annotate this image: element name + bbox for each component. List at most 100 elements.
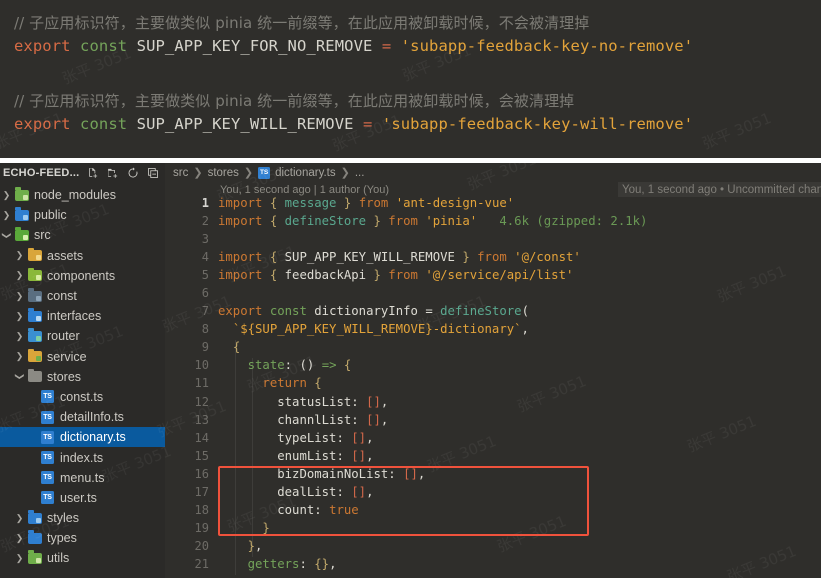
tree-item-const[interactable]: ❯ const — [0, 286, 165, 306]
chevron-right-icon: ❯ — [15, 310, 24, 321]
folder-icon — [26, 267, 43, 283]
code-text: dealList: [], — [277, 484, 374, 499]
tree-item-node-modules[interactable]: ❯ node_modules — [0, 185, 165, 205]
line-number: 12 — [194, 394, 209, 409]
code-text: } — [262, 520, 270, 535]
line-number: 8 — [201, 322, 209, 337]
code-text: { — [232, 340, 241, 355]
ide-panel: ECHO-FEED... ❯ node_modules ❯ public ❯ s… — [0, 163, 821, 578]
chevron-down-icon: ❯ — [2, 231, 12, 240]
code-line[interactable]: 17 dealList: [], — [165, 484, 821, 503]
code-line[interactable]: 18 count: true — [165, 502, 821, 521]
chevron-right-icon: ❯ — [243, 167, 254, 179]
code-line[interactable]: 5 import { feedbackApi } from '@/service/… — [165, 268, 821, 286]
line-number: 6 — [201, 286, 209, 301]
keyword-const: const — [80, 37, 128, 55]
code-line[interactable]: 1 import { message } from 'ant-design-vue… — [165, 196, 821, 214]
const-value: 'subapp-feedback-key-no-remove' — [400, 37, 694, 55]
new-folder-icon[interactable] — [107, 167, 119, 179]
tree-item-interfaces[interactable]: ❯ interfaces — [0, 306, 165, 326]
code-line[interactable]: 2 import { defineStore } from 'pinia' 4.6… — [165, 214, 821, 232]
tree-item-assets[interactable]: ❯ assets — [0, 246, 165, 266]
assign-operator: = — [381, 37, 392, 55]
breadcrumb-more[interactable]: ... — [355, 167, 365, 179]
code-line[interactable]: 7 export const dictionaryInfo = defineSto… — [165, 304, 821, 322]
code-text: import { message } from 'ant-design-vue' — [218, 196, 515, 210]
folder-icon — [13, 227, 30, 242]
keyword-export: export — [14, 37, 71, 55]
tree-item-utils[interactable]: ❯ utils — [0, 548, 165, 568]
code-line[interactable]: 10 state: () => { — [165, 358, 821, 377]
new-file-icon[interactable] — [87, 167, 99, 179]
breadcrumb[interactable]: src ❯ stores ❯ TS dictionary.ts ❯ ... — [173, 164, 364, 181]
code-line[interactable]: 11 return { — [165, 376, 821, 395]
line-number: 16 — [194, 466, 209, 481]
tree-item-label: types — [47, 531, 77, 546]
code-line[interactable]: 15 enumList: [], — [165, 448, 821, 467]
chevron-right-icon: ❯ — [193, 167, 203, 179]
tree-item-user-ts[interactable]: TS user.ts — [0, 488, 165, 508]
code-editor[interactable]: src ❯ stores ❯ TS dictionary.ts ❯ ... Yo… — [154, 163, 821, 578]
tree-item-menu-ts[interactable]: TS menu.ts — [0, 468, 165, 488]
tree-item-const-ts[interactable]: TS const.ts — [0, 387, 165, 407]
breadcrumb-src[interactable]: src — [173, 167, 188, 179]
folder-icon — [26, 510, 43, 525]
tree-item-types[interactable]: ❯ types — [0, 528, 165, 548]
tree-item-label: service — [47, 349, 87, 364]
tree-item-label: router — [47, 329, 80, 344]
code-text: export const dictionaryInfo = defineStor… — [218, 304, 529, 319]
chevron-down-icon: ❯ — [15, 373, 25, 381]
bundle-size-hint: 4.6k (gzipped: 2.1k) — [477, 214, 648, 229]
line-number: 18 — [194, 502, 209, 517]
tree-item-router[interactable]: ❯ router — [0, 326, 165, 346]
watermark: 张平 3051 — [699, 108, 774, 153]
code-line[interactable]: 14 typeList: [], — [165, 430, 821, 449]
line-number: 20 — [194, 538, 209, 553]
file-tree[interactable]: ❯ node_modules ❯ public ❯ src ❯ assets ❯ componen… — [0, 185, 165, 569]
code-line[interactable]: 21 getters: {}, — [165, 556, 821, 575]
code-line[interactable]: 8 `${SUP_APP_KEY_WILL_REMOVE}-dictionary… — [165, 322, 821, 340]
tree-item-detailinfo-ts[interactable]: TS detailInfo.ts — [0, 407, 165, 427]
top-code-line-2: export const SUP_APP_KEY_WILL_REMOVE = '… — [14, 115, 693, 133]
code-line[interactable]: 9 { — [165, 340, 821, 359]
code-line[interactable]: 4 import { SUP_APP_KEY_WILL_REMOVE } from… — [165, 250, 821, 268]
code-line[interactable]: 13 channlList: [], — [165, 412, 821, 431]
code-text: bizDomainNoList: [], — [277, 466, 426, 481]
code-line[interactable]: 12 statusList: [], — [165, 394, 821, 413]
tree-item-src[interactable]: ❯ src — [0, 225, 165, 245]
tree-item-index-ts[interactable]: TS index.ts — [0, 447, 165, 467]
tree-item-service[interactable]: ❯ service — [0, 347, 165, 367]
breadcrumb-file[interactable]: dictionary.ts — [275, 167, 336, 179]
tree-item-stores[interactable]: ❯ stores — [0, 367, 165, 387]
code-line[interactable]: 20 }, — [165, 538, 821, 557]
code-line[interactable]: 16 bizDomainNoList: [], — [165, 466, 821, 485]
code-text: return { — [262, 376, 322, 391]
code-line[interactable]: 3 — [165, 232, 821, 250]
line-number: 9 — [201, 340, 209, 355]
screenshot-root: // 子应用标识符，主要做类似 pinia 统一前缀等，在此应用被卸载时候，不会… — [0, 0, 821, 578]
keyword-const: const — [80, 115, 128, 133]
typescript-file-icon: TS — [39, 491, 56, 505]
folder-icon — [26, 348, 43, 364]
code-lines[interactable]: 1 import { message } from 'ant-design-vue… — [165, 196, 821, 578]
folder-icon — [26, 288, 43, 303]
code-line[interactable]: 6 — [165, 286, 821, 304]
chevron-right-icon: ❯ — [15, 552, 24, 563]
tree-item-components[interactable]: ❯ components — [0, 266, 165, 286]
tree-item-styles[interactable]: ❯ styles — [0, 508, 165, 528]
top-comment-2: // 子应用标识符，主要做类似 pinia 统一前缀等，在此应用被卸载时候，会被… — [14, 92, 575, 110]
typescript-file-icon: TS — [39, 471, 56, 485]
tree-item-label: menu.ts — [60, 470, 105, 485]
line-number: 1 — [201, 196, 209, 210]
collapse-all-icon[interactable] — [147, 167, 159, 179]
tree-item-dictionary-ts[interactable]: TS dictionary.ts — [0, 427, 165, 448]
typescript-file-icon: TS — [39, 451, 56, 465]
refresh-icon[interactable] — [127, 166, 139, 179]
tree-item-public[interactable]: ❯ public — [0, 205, 165, 225]
explorer-header: ECHO-FEED... — [0, 163, 165, 182]
explorer-title: ECHO-FEED... — [3, 166, 80, 179]
breadcrumb-stores[interactable]: stores — [208, 167, 239, 179]
folder-icon — [26, 328, 43, 343]
tree-item-label: components — [47, 268, 116, 283]
code-line[interactable]: 19 } — [165, 520, 821, 539]
